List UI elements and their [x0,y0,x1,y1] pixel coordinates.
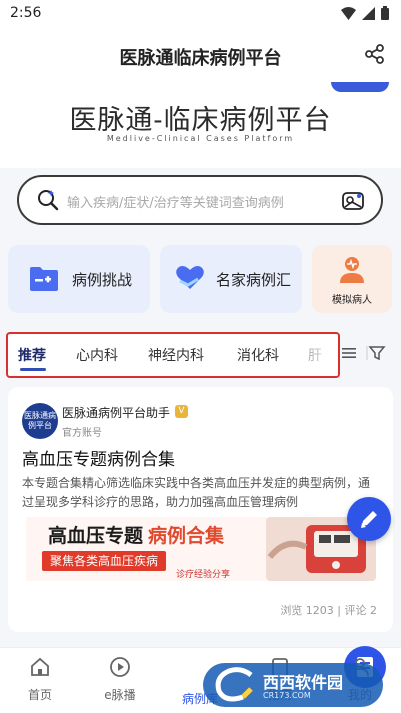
tab-tools [342,345,386,361]
card-stats: 浏览 1203 | 评论 2 [280,604,377,617]
folder-icon [30,267,58,291]
status-bar: 2:56 [0,0,401,28]
search-bar[interactable]: 输入疾病/症状/治疗等关键词查询病例 [17,175,383,225]
tab-cardiology[interactable]: 心内科 [76,345,118,365]
signal-icon [362,6,375,20]
nav-label: e脉播 [104,688,136,702]
tab-recommended[interactable]: 推荐 [18,345,46,365]
quick-entry-label: 病例挑战 [72,271,133,289]
quick-entry-simulated-patient[interactable]: 模拟病人 [312,245,392,313]
promo-image: 高血压专题 病例合集 聚焦各类高血压疾病 诊疗经验分享 [26,517,266,581]
patient-icon [340,257,364,283]
quick-entry-label: 名家病例汇 [216,271,292,289]
tab-neurology[interactable]: 神经内科 [148,345,204,365]
share-icon[interactable] [365,44,385,64]
quick-entry-case-challenge[interactable]: 病例挑战 [8,245,150,313]
promo-small-text: 诊疗经验分享 [176,570,231,580]
tab-fade [308,334,338,376]
department-tabs: 推荐 心内科 神经内科 消化科 肝 [6,332,340,378]
search-icon [38,190,59,211]
watermark-text: 西西软件园 [263,673,344,692]
filter-icon[interactable] [366,345,386,361]
quick-entry-label: 模拟病人 [332,295,372,306]
nav-emaibo[interactable]: e脉播 [85,656,155,703]
watermark-url: CR173.COM [263,691,311,700]
play-icon [110,657,130,677]
top-navbar: 医脉通临床病例平台 [0,28,401,82]
promo-headline-b: 病例合集 [148,525,225,547]
verified-badge-icon: V [175,405,188,418]
quick-entry-expert-cases[interactable]: 名家病例汇 [160,245,302,313]
case-collection-card[interactable]: 医脉通病例平台 医脉通病例平台助手 V 官方账号 高血压专题病例合集 本专题合集… [8,387,393,632]
nav-label: 首页 [27,688,52,702]
tab-gastroenterology[interactable]: 消化科 [237,345,279,365]
banner-title: 医脉通-临床病例平台 [69,105,332,136]
page-title: 医脉通临床病例平台 [119,48,282,69]
edit-icon [361,511,377,528]
search-input[interactable]: 输入疾病/症状/治疗等关键词查询病例 [67,192,284,211]
platform-banner: 医脉通-临床病例平台 Medlive-Clinical Cases Platfo… [0,82,401,168]
promo-tagline: 聚焦各类高血压疾病 [42,551,167,571]
menu-icon[interactable] [342,346,356,360]
card-description: 本专题合集精心筛选临床实践中各类高血压并发症的典型病例，通过呈现多学科诊疗的思路… [22,476,371,509]
account-type: 官方账号 [62,428,102,439]
wifi-icon [341,6,356,20]
banner-subtitle: Medlive-Clinical Cases Platform [106,134,295,143]
avatar[interactable]: 医脉通病例平台 [22,403,58,439]
image-search-icon[interactable] [341,189,365,213]
card-title[interactable]: 高血压专题病例合集 [22,445,175,470]
watermark-logo-icon [215,667,253,702]
active-tab-underline [20,368,46,371]
banner-pill-button[interactable] [331,82,389,92]
home-icon [31,657,49,676]
status-icons [341,6,389,20]
heart-hand-icon [176,266,204,289]
nav-home[interactable]: 首页 [5,656,75,703]
site-watermark: 西西软件园 CR173.COM [203,663,383,707]
status-time: 2:56 [10,5,42,21]
author-name[interactable]: 医脉通病例平台助手 [62,404,170,421]
compose-button[interactable] [347,497,391,541]
promo-headline-a: 高血压专题 [48,525,144,547]
battery-icon [381,6,389,20]
